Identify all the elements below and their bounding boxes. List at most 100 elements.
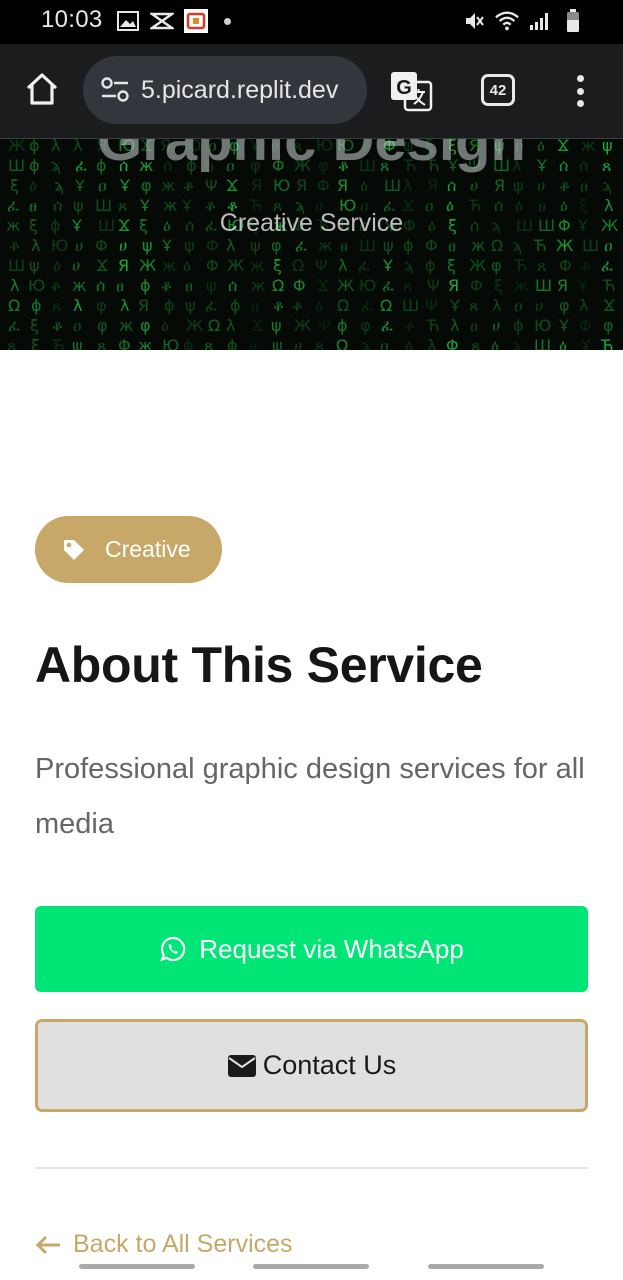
hero-title: Graphic Design (97, 139, 526, 173)
svg-text:Ψ: Ψ (315, 256, 328, 275)
svg-text:ሀ: ሀ (492, 316, 500, 335)
site-settings-icon[interactable] (95, 70, 135, 110)
svg-text:Ω: Ω (380, 296, 392, 315)
arrow-left-icon (35, 1234, 61, 1256)
whatsapp-request-button[interactable]: Request via WhatsApp (35, 906, 588, 992)
svg-text:ፈ: ፈ (8, 316, 20, 335)
svg-text:λ: λ (226, 316, 235, 335)
svg-text:Ω: Ω (491, 236, 503, 255)
svg-text:ፀ: ፀ (340, 236, 348, 255)
wifi-icon (495, 9, 519, 33)
svg-text:Ψ: Ψ (425, 296, 438, 315)
svg-text:φ: φ (97, 316, 108, 335)
svg-text:ዕ: ዕ (559, 336, 567, 350)
svg-text:Ш: Ш (8, 256, 25, 275)
svg-text:ψ: ψ (383, 236, 394, 255)
service-description: Professional graphic design services for… (35, 753, 585, 840)
svg-text:Ю: Ю (28, 276, 45, 295)
svg-text:ж: ж (162, 256, 176, 275)
svg-text:ξ: ξ (494, 276, 503, 295)
svg-text:ϕ: ϕ (230, 296, 241, 315)
svg-text:Ұ: Ұ (449, 296, 460, 315)
home-button[interactable] (22, 71, 62, 111)
capcut-icon (150, 9, 174, 33)
svg-text:ፀ: ፀ (580, 176, 588, 195)
svg-text:Я: Я (557, 276, 568, 295)
svg-text:Ϫ: Ϫ (251, 316, 263, 335)
svg-text:ξ: ξ (30, 316, 39, 335)
tab-switcher-button[interactable]: 42 (481, 74, 515, 106)
svg-text:ψ: ψ (272, 336, 283, 350)
svg-text:ሀ: ሀ (294, 336, 302, 350)
svg-text:ሰ: ሰ (447, 176, 456, 195)
back-to-services-link[interactable]: Back to All Services (35, 1230, 293, 1259)
svg-text:ጸ: ጸ (403, 276, 412, 295)
svg-text:Ψ: Ψ (427, 276, 440, 295)
status-time: 10:03 (41, 6, 103, 33)
translate-button[interactable]: G (389, 70, 433, 114)
svg-text:ϡ: ϡ (361, 336, 371, 350)
svg-text:φ: φ (271, 236, 282, 255)
svg-text:ϕ: ϕ (425, 256, 436, 275)
svg-text:Ұ: Ұ (161, 236, 172, 255)
svg-text:ሀ: ሀ (537, 176, 545, 195)
more-menu-button[interactable] (565, 72, 595, 110)
svg-text:ዕ: ዕ (405, 336, 413, 350)
contact-us-button[interactable]: Contact Us (35, 1019, 588, 1112)
svg-text:ж: ж (138, 336, 152, 350)
tag-icon (61, 537, 87, 563)
svg-text:Ш: Ш (384, 176, 401, 195)
svg-text:ጸ: ጸ (97, 336, 106, 350)
svg-text:Ω: Ω (336, 336, 348, 350)
svg-text:ϕ: ϕ (140, 276, 151, 295)
svg-text:ዕ: ዕ (161, 316, 169, 335)
svg-text:ϕ: ϕ (513, 316, 524, 335)
svg-text:ፀ: ፀ (470, 316, 478, 335)
svg-text:Ћ: Ћ (533, 236, 547, 255)
svg-text:ጸ: ጸ (7, 336, 16, 350)
svg-text:λ: λ (450, 316, 459, 335)
gallery-icon (116, 9, 140, 33)
svg-text:Ћ: Ћ (600, 336, 614, 350)
home-icon (24, 72, 60, 111)
svg-text:ጸ: ጸ (204, 336, 213, 350)
svg-text:φ: φ (141, 176, 152, 195)
home-gesture[interactable] (253, 1264, 369, 1269)
svg-text:λ: λ (31, 236, 40, 255)
translate-icon: G (389, 72, 433, 116)
recent-apps-gesture[interactable] (79, 1264, 195, 1269)
svg-text:ዐ: ዐ (380, 336, 389, 350)
svg-text:Я: Я (494, 176, 505, 195)
svg-text:ፀ: ፀ (116, 276, 124, 295)
svg-text:λ: λ (73, 296, 82, 315)
svg-text:ψ: ψ (72, 336, 83, 350)
svg-text:Ω: Ω (337, 296, 349, 315)
svg-text:ዕ: ዕ (53, 256, 61, 275)
svg-text:Ω: Ω (8, 296, 20, 315)
svg-text:Ұ: Ұ (558, 316, 569, 335)
svg-text:ж: ж (161, 176, 175, 195)
svg-text:ቆ: ቆ (50, 276, 61, 295)
svg-text:Я: Я (251, 176, 262, 195)
svg-text:Ю: Ю (162, 336, 179, 350)
svg-text:ψ: ψ (142, 236, 153, 255)
address-bar[interactable]: 5.picard.replit.dev (83, 56, 367, 124)
svg-text:Я: Я (427, 176, 438, 195)
back-gesture[interactable] (428, 1264, 544, 1269)
svg-text:ϕ: ϕ (183, 336, 194, 350)
svg-text:φ: φ (603, 316, 614, 335)
svg-text:ψ: ψ (250, 236, 261, 255)
svg-text:φ: φ (559, 296, 570, 315)
svg-text:ቆ: ቆ (273, 296, 284, 315)
svg-text:ፈ: ፈ (361, 296, 373, 315)
svg-text:ዐ: ዐ (514, 296, 523, 315)
svg-text:Я: Я (118, 256, 129, 275)
more-icon-dot (576, 100, 584, 107)
svg-text:Ю: Ю (359, 276, 376, 295)
svg-text:ψ: ψ (184, 236, 195, 255)
svg-text:Я: Я (448, 276, 459, 295)
signal-icon (528, 9, 552, 33)
more-icon-dot (576, 87, 584, 95)
svg-text:λ: λ (427, 336, 436, 350)
svg-text:ሀ: ሀ (72, 256, 80, 275)
